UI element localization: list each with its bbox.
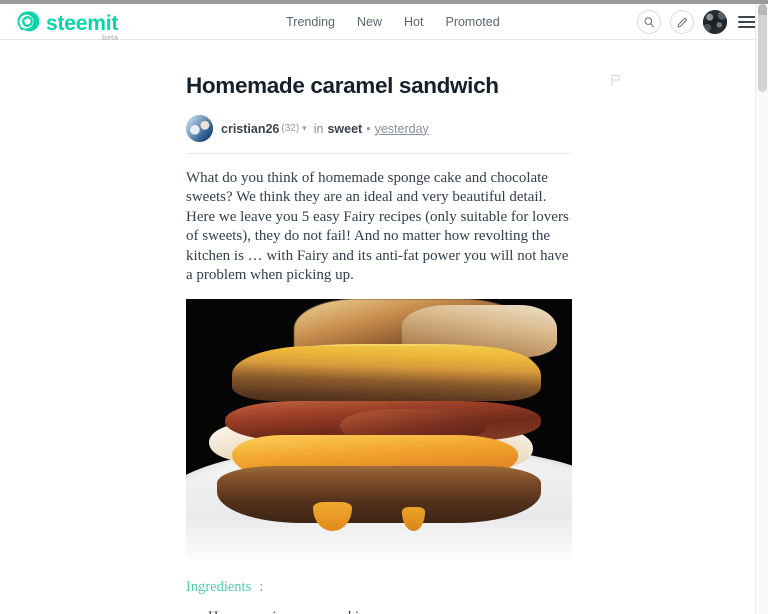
author-reputation: (32)	[281, 123, 300, 134]
ingredients-heading-row: Ingredients:	[186, 579, 572, 596]
post-byline: cristian26 (32) ▾ in sweet • yesterday	[186, 115, 572, 142]
nav-hot[interactable]: Hot	[404, 15, 423, 29]
post-body-paragraph: What do you think of homemade sponge cak…	[186, 170, 569, 284]
steemit-logo-link[interactable]: steemit beta	[16, 10, 119, 41]
author-avatar-image	[186, 115, 213, 142]
category-link[interactable]: sweet	[327, 122, 362, 136]
list-item: Honey or cinnamon cookies	[208, 608, 572, 614]
chevron-down-icon[interactable]: ▾	[302, 123, 307, 134]
post-image[interactable]	[186, 299, 572, 560]
nav-trending[interactable]: Trending	[286, 15, 335, 29]
in-label: in	[313, 121, 324, 136]
ingredients-heading: Ingredients	[186, 579, 252, 596]
site-header: steemit beta Trending New Hot Promoted	[0, 4, 768, 41]
brand-name: steemit	[46, 11, 119, 35]
image-bottom-bread	[216, 465, 542, 524]
pencil-icon	[676, 16, 689, 29]
steemit-logo-icon	[16, 10, 40, 33]
nav-new[interactable]: New	[357, 15, 382, 29]
main-navigation: Trending New Hot Promoted	[286, 15, 500, 29]
scrollbar-thumb[interactable]	[758, 6, 767, 92]
post-timestamp[interactable]: yesterday	[375, 122, 429, 136]
post-title: Homemade caramel sandwich	[186, 73, 499, 98]
nav-promoted[interactable]: Promoted	[445, 15, 499, 29]
scrollbar-thumb-cap[interactable]	[758, 4, 767, 15]
post-article: Homemade caramel sandwich cristian26 (32…	[186, 40, 620, 614]
page-scrollbar[interactable]	[755, 4, 768, 614]
flag-icon[interactable]	[610, 74, 622, 87]
author-name-link[interactable]: cristian26	[221, 122, 279, 136]
create-post-button[interactable]	[670, 10, 694, 34]
author-avatar[interactable]	[186, 115, 213, 142]
meta-separator: •	[366, 121, 371, 136]
header-actions	[637, 4, 758, 40]
ingredients-list: Honey or cinnamon cookies Peanut butter …	[186, 608, 572, 614]
image-plate-front	[186, 520, 572, 560]
ingredients-colon: :	[259, 579, 264, 596]
page-viewport: steemit beta Trending New Hot Promoted H…	[0, 4, 768, 614]
avatar-image	[703, 10, 727, 34]
image-top-bread	[232, 346, 542, 401]
search-icon	[643, 16, 656, 29]
post-container: Homemade caramel sandwich cristian26 (32…	[0, 40, 768, 614]
search-button[interactable]	[637, 10, 661, 34]
user-avatar[interactable]	[703, 10, 727, 34]
byline-divider	[186, 153, 572, 154]
